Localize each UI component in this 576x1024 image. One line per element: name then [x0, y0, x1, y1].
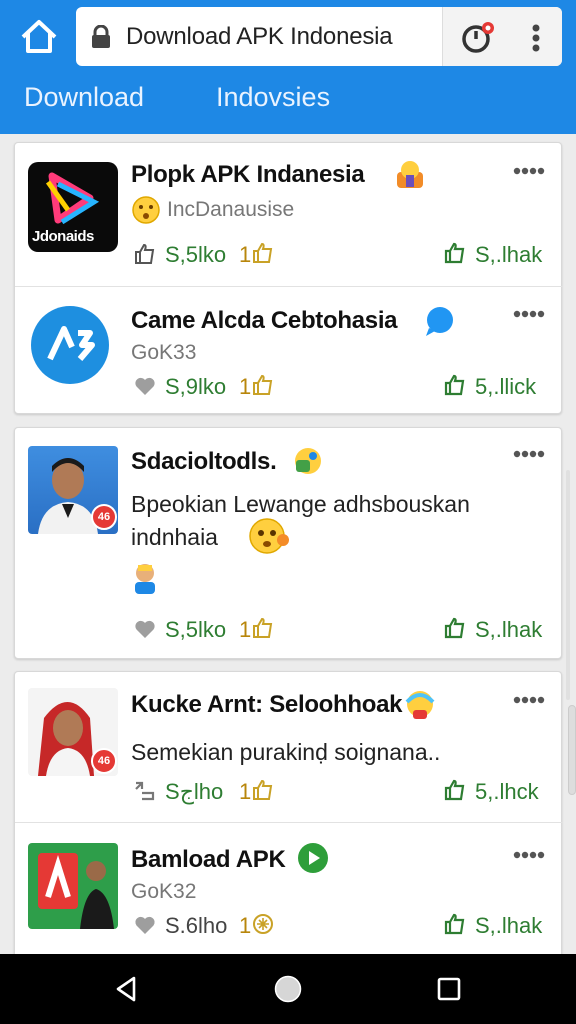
- thumbs-up-icon[interactable]: [443, 912, 467, 936]
- badge: 46: [91, 748, 117, 774]
- post-title[interactable]: Bamload APK: [131, 846, 286, 874]
- reaction-count: 1: [239, 617, 252, 642]
- share-count: S,.lhak: [475, 242, 543, 267]
- repost-icon[interactable]: [133, 779, 157, 803]
- lock-icon: [92, 25, 110, 48]
- post-card: 46 Kucke Arnt: Seloohhoak Semekian purak…: [14, 671, 563, 962]
- reaction-count: 1: [239, 374, 252, 399]
- thumbs-up-outline-icon[interactable]: [251, 241, 275, 265]
- app-thumbnail: Jdonaids: [28, 162, 118, 252]
- badge: 46: [91, 504, 117, 530]
- list-item[interactable]: 46 Kucke Arnt: Seloohhoak Semekian purak…: [15, 672, 563, 822]
- like-count: S.6lho: [165, 913, 228, 938]
- thumbs-up-icon[interactable]: [443, 616, 467, 640]
- thumbs-up-icon[interactable]: [443, 241, 467, 265]
- post-title[interactable]: Plopk APK Indanesia: [131, 161, 365, 189]
- post-body: Bpeokian Lewange adhsbouskan indnhaia: [131, 491, 470, 550]
- more-vert-icon[interactable]: [530, 23, 542, 53]
- scroll-track: [566, 470, 570, 700]
- post-card: 46 Sdacioltodls. Bpeokian Lewange adhsbo…: [14, 427, 562, 659]
- like-count: Sجlho: [165, 779, 224, 804]
- home-nav-icon[interactable]: [273, 974, 303, 1004]
- thumbs-up-icon[interactable]: [443, 373, 467, 397]
- character-emoji-icon: [135, 564, 155, 594]
- emoji-icon: [405, 691, 435, 719]
- share-count: S,.lhak: [475, 913, 543, 938]
- more-options-icon[interactable]: [513, 167, 545, 175]
- back-nav-icon[interactable]: [112, 974, 142, 1004]
- emoji-icon: [397, 161, 423, 188]
- chat-bubble-icon: [426, 307, 453, 336]
- heart-icon[interactable]: [133, 617, 157, 641]
- like-count: S,9lko: [165, 374, 227, 399]
- reaction-count: 1: [239, 913, 252, 938]
- like-count: S,5lko: [165, 617, 227, 642]
- url-text[interactable]: Download APK Indonesia: [126, 23, 393, 51]
- post-subtitle: IncDanausise: [167, 198, 295, 221]
- face-emoji-icon: [249, 518, 289, 554]
- scrollbar-thumb[interactable]: [568, 705, 576, 795]
- app-header: Download APK Indonesia Download Indovsie…: [0, 0, 576, 134]
- like-outline-icon[interactable]: [133, 242, 157, 266]
- post-title[interactable]: Kucke Arnt: Seloohhoak: [131, 691, 403, 719]
- face-emoji-icon: [132, 196, 160, 224]
- list-item[interactable]: Jdonaids Plopk APK Indanesia IncDanausis…: [15, 143, 563, 286]
- more-options-icon[interactable]: [513, 450, 545, 458]
- thumbs-up-outline-icon[interactable]: [251, 778, 275, 802]
- post-body: Semekian purakinḍ soignana..: [131, 739, 441, 765]
- app-logo-icon: [31, 306, 109, 384]
- play-icon[interactable]: [297, 842, 329, 874]
- address-bar[interactable]: Download APK Indonesia: [76, 7, 562, 66]
- sparkle-icon[interactable]: [251, 912, 275, 936]
- tab-download[interactable]: Download: [24, 82, 144, 113]
- system-nav-bar: [0, 954, 576, 1024]
- timer-icon[interactable]: [460, 21, 496, 55]
- share-count: S,.lhak: [475, 617, 543, 642]
- more-options-icon[interactable]: [513, 310, 545, 318]
- home-icon: [21, 20, 57, 53]
- post-card: Jdonaids Plopk APK Indanesia IncDanausis…: [14, 142, 563, 415]
- recents-nav-icon[interactable]: [434, 974, 464, 1004]
- post-subtitle: GoK32: [131, 880, 197, 903]
- reaction-count: 1: [239, 779, 252, 804]
- thumbs-up-icon[interactable]: [443, 778, 467, 802]
- thumbnail-label: Jdonaids: [32, 228, 94, 245]
- like-count: S,5lko: [165, 242, 227, 267]
- home-button[interactable]: [18, 16, 60, 58]
- more-options-icon[interactable]: [513, 851, 545, 859]
- post-title[interactable]: Came Alcda Cebtohasia: [131, 307, 398, 335]
- list-item[interactable]: Came Alcda Cebtohasia GoK33 S,9lko 1 5,.…: [15, 286, 563, 415]
- list-item[interactable]: 46 Sdacioltodls. Bpeokian Lewange adhsbo…: [15, 428, 563, 660]
- post-title[interactable]: Sdacioltodls.: [131, 448, 277, 476]
- share-count: 5,.lhck: [475, 779, 539, 804]
- tab-indovsies[interactable]: Indovsies: [216, 82, 330, 113]
- address-bar-divider: [442, 7, 443, 66]
- emoji-icon: [295, 448, 321, 474]
- thumbs-up-outline-icon[interactable]: [251, 373, 275, 397]
- post-subtitle: GoK33: [131, 341, 197, 364]
- app-thumbnail: [28, 843, 118, 929]
- thumbs-up-outline-icon[interactable]: [251, 616, 275, 640]
- reaction-count: 1: [239, 242, 252, 267]
- share-count: 5,.llick: [475, 374, 537, 399]
- more-options-icon[interactable]: [513, 696, 545, 704]
- app-thumbnail: [28, 303, 118, 393]
- app-logo-icon: [38, 853, 114, 929]
- list-item[interactable]: Bamload APK GoK32 S.6lho 1 S,.lhak: [15, 822, 563, 962]
- heart-icon[interactable]: [133, 374, 157, 398]
- heart-icon[interactable]: [133, 913, 157, 937]
